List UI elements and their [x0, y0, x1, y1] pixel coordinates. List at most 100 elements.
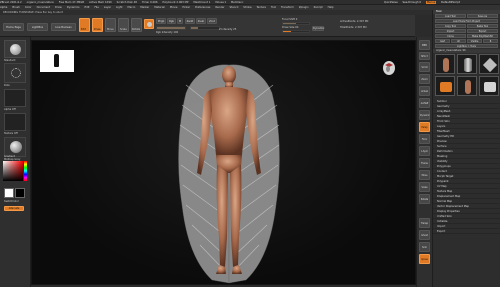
alternate-button[interactable]: Alternate: [4, 206, 24, 211]
dynamic-button[interactable]: Dynamic: [312, 26, 324, 31]
save-as-button[interactable]: Save As: [467, 14, 498, 18]
move-button[interactable]: Move: [105, 18, 116, 32]
tool-thumb-cylinder[interactable]: [457, 54, 477, 74]
secondary-color-swatch[interactable]: [15, 188, 25, 198]
figure-thumb-icon: [443, 58, 449, 72]
zadd-button[interactable]: Zadd: [185, 18, 195, 24]
load-tool-button[interactable]: Load Tool: [435, 14, 466, 18]
viewport-canvas[interactable]: [31, 40, 416, 285]
m-button[interactable]: M: [177, 18, 183, 24]
tool-thumb-simplebrush-2[interactable]: [479, 76, 499, 96]
tool-row: Import Export: [433, 29, 500, 33]
goz-button[interactable]: GoZ: [435, 39, 450, 43]
document-thumbnail[interactable]: [40, 50, 74, 72]
scale-view-button[interactable]: Scale: [419, 182, 430, 192]
color-square[interactable]: [3, 161, 23, 181]
persp-button[interactable]: Persp: [419, 122, 430, 132]
sculpt-model[interactable]: [172, 55, 287, 287]
scroll-button[interactable]: Scroll: [419, 62, 430, 72]
stroke-button[interactable]: [4, 63, 26, 83]
subpalette-list: Subtool Geometry ArrayMesh NanoMesh Thic…: [433, 99, 500, 234]
see-through-slider[interactable]: See-through 0: [403, 1, 421, 4]
clone-button[interactable]: Clone: [435, 34, 466, 38]
edit-label: Edit: [81, 28, 86, 31]
live-boolean-button[interactable]: Live Boolean: [51, 23, 76, 31]
subpalette-export[interactable]: Export: [433, 229, 500, 234]
focal-shift-slider[interactable]: [282, 22, 310, 25]
z-intensity-slider[interactable]: [190, 26, 220, 30]
draw-size-slider[interactable]: [282, 30, 310, 33]
draw-button[interactable]: Draw: [92, 18, 103, 32]
edit-button[interactable]: Edit: [79, 18, 90, 32]
import-button[interactable]: Import: [435, 29, 466, 33]
figure-thumb-icon: [465, 80, 471, 94]
transp-button[interactable]: Transp: [419, 218, 430, 228]
right-shelf: BPR SPix 3 Scroll Zoom Actual AAHalf Dyn…: [416, 37, 432, 287]
switch-color-button[interactable]: SwitchColor: [4, 200, 19, 203]
frame-button[interactable]: Frame: [419, 158, 430, 168]
tool-row: Lightbox > Tools: [433, 44, 500, 48]
spix-button[interactable]: SPix 3: [419, 52, 430, 60]
stroke-label: Dots: [4, 84, 10, 87]
bpr-button[interactable]: BPR: [419, 40, 430, 50]
tool-row: Clone Make PolyMesh3D: [433, 34, 500, 38]
r-button[interactable]: R: [483, 39, 498, 43]
floor-button[interactable]: Floor: [419, 134, 430, 144]
gradient-label: Gradient: [4, 155, 15, 158]
all-button[interactable]: All: [451, 39, 466, 43]
tool-thumb-polymesh[interactable]: [479, 54, 499, 74]
ghost-button[interactable]: Ghost: [419, 230, 430, 240]
zoom-button[interactable]: Zoom: [419, 74, 430, 84]
xpose-button[interactable]: Xpose: [419, 254, 430, 264]
lightbox-tools-button[interactable]: Lightbox > Tools: [435, 44, 498, 48]
home-page-button[interactable]: Home Page: [3, 23, 24, 31]
actual-button[interactable]: Actual: [419, 86, 430, 96]
rgb-button[interactable]: Rgb: [167, 18, 176, 24]
active-points-label: ActivePoints: 2.397 Mil: [340, 20, 369, 23]
menus-button[interactable]: Menus: [425, 1, 437, 4]
rgb-intensity-slider[interactable]: [156, 26, 186, 30]
dynamic-persp-button[interactable]: Dynamic: [419, 110, 430, 120]
lightbox-button[interactable]: LightBox: [27, 23, 48, 31]
rotate-button[interactable]: Rotate: [131, 18, 142, 32]
make-polymesh3d-button[interactable]: Make PolyMesh3D: [467, 34, 498, 38]
color-picker[interactable]: [3, 161, 27, 183]
tool-row: Load Tools From Project: [433, 19, 500, 23]
move-view-button[interactable]: Move: [419, 170, 430, 180]
default-zscript-button[interactable]: DefaultZScript: [441, 1, 460, 4]
lsym-button[interactable]: L.Sym: [419, 146, 430, 156]
main-color-swatch[interactable]: [4, 188, 14, 198]
scale-label: Scale: [120, 28, 127, 31]
export-button[interactable]: Export: [467, 29, 498, 33]
polymesh-star-icon: [482, 57, 498, 73]
tool-thumb-organic[interactable]: [435, 54, 455, 74]
draw-label: Draw: [94, 28, 101, 31]
material-button[interactable]: [4, 137, 26, 157]
tool-thumb-organic-2[interactable]: [457, 76, 477, 96]
z-intensity-label: Z Intensity 25: [219, 28, 237, 31]
tool-row: GoZ All Visible R: [433, 39, 500, 43]
mrgb-button[interactable]: Mrgb: [156, 18, 166, 24]
copy-tool-button[interactable]: Copy Tool: [435, 24, 466, 28]
sphere-material-icon[interactable]: [144, 19, 154, 29]
texture-button[interactable]: [4, 113, 26, 131]
tool-palette: Tool Load Tool Save As Load Tools From P…: [432, 10, 500, 287]
recording-note: RECORDING TURNTABLE: Press Esc key to ab…: [3, 11, 63, 14]
zsub-button[interactable]: Zsub: [196, 18, 206, 24]
aahalf-button[interactable]: AAHalf: [419, 98, 430, 108]
scale-button[interactable]: Scale: [118, 18, 129, 32]
zcut-button[interactable]: Zcut: [207, 18, 217, 24]
tool-thumb-simplebrush[interactable]: [435, 76, 455, 96]
navigation-cube-icon[interactable]: [381, 60, 397, 76]
alpha-button[interactable]: [4, 89, 26, 107]
dots-stroke-icon: [11, 68, 21, 78]
visible-button[interactable]: Visible: [467, 39, 482, 43]
solo-button[interactable]: Solo: [419, 242, 430, 252]
quicksave-button[interactable]: QuickSave: [384, 1, 398, 4]
total-points-label: TotalPoints: 2.397 Mil: [340, 26, 367, 29]
brush-button[interactable]: [4, 40, 26, 58]
paste-tool-button[interactable]: Paste Tool: [467, 24, 498, 28]
rotate-view-button[interactable]: Rotate: [419, 194, 430, 204]
hue-strip[interactable]: [24, 161, 27, 181]
load-tools-from-project-button[interactable]: Load Tools From Project: [435, 19, 498, 23]
